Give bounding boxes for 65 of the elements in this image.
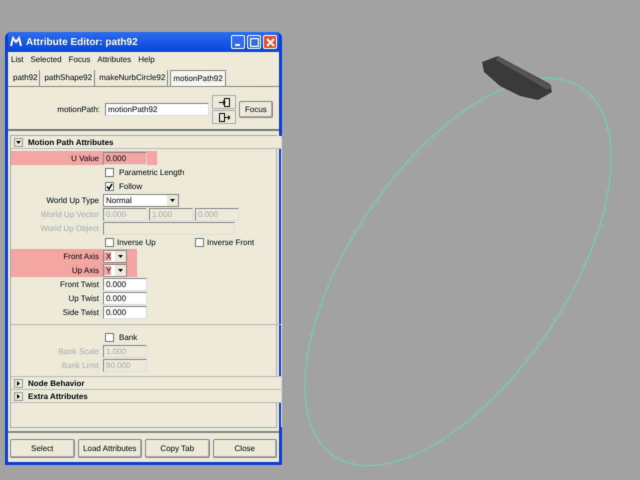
input-connection-button[interactable] [212,95,236,109]
arrow-out-of-box-icon [218,112,230,122]
number-field[interactable]: 0.000 [103,292,147,304]
number-field[interactable]: 0.000 [103,306,147,318]
checkbox[interactable] [195,238,204,246]
node-name-field[interactable]: motionPath92 [105,103,209,116]
section-header[interactable]: Motion Path Attributes [11,136,281,149]
checkbox[interactable] [105,238,114,246]
app-icon [10,36,22,48]
menu-item[interactable]: Attributes [97,54,132,64]
attribute-label: Front Axis [62,252,100,260]
attribute-label: Bank Scale [58,346,100,356]
scroll-bar[interactable] [281,136,282,427]
action-button[interactable]: Copy Tab [145,439,210,458]
field-label: motionPath: [56,105,101,114]
menu-item[interactable]: Selected [30,54,62,64]
checkbox-label: Parametric Length [119,168,184,176]
checkbox-label: Inverse Up [117,238,156,246]
attribute-label: Side Twist [62,308,100,316]
expand-toggle-icon [14,392,23,400]
maximize-button[interactable] [247,35,261,49]
node-tab[interactable]: makeNurbCircle92 [97,70,168,86]
close-icon [266,38,274,46]
dropdown[interactable]: Normal [103,194,179,206]
window-title: Attribute Editor: path92 [26,36,139,48]
attribute-label: World Up Object [39,224,100,232]
checkbox-label: Bank [119,332,138,342]
action-button[interactable]: Load Attributes [78,439,142,458]
attribute-label: Front Twist [59,280,100,288]
checkbox-label: Inverse Front [207,238,254,246]
node-tab[interactable]: motionPath92 [170,70,226,86]
focus-button[interactable]: Focus [239,101,273,118]
expand-toggle-icon [14,138,23,146]
number-field[interactable]: 0.000 [103,278,147,290]
expand-toggle-icon [14,378,23,388]
attribute-label: U Value [70,154,100,162]
attribute-label: World Up Type [45,196,100,204]
output-connection-button[interactable] [212,110,236,124]
checkbox[interactable] [105,168,114,176]
checkbox-label: Follow [119,182,142,190]
attribute-label: Up Axis [70,266,100,274]
dropdown[interactable]: X [103,250,127,262]
object-model-drawing [482,56,552,100]
dropdown[interactable]: Y [103,264,127,276]
attribute-label: Up Twist [67,294,100,302]
checkmark-icon [106,182,113,190]
close-button[interactable] [263,35,277,49]
maximize-icon [250,38,258,46]
section-header[interactable]: Node Behavior [11,377,281,390]
action-button[interactable]: Close [212,439,277,458]
checkbox[interactable] [105,332,114,342]
node-tab[interactable]: pathShape92 [42,70,96,86]
checkbox[interactable] [105,182,114,190]
attribute-label: Bank Limit [60,360,100,370]
menu-item[interactable]: Focus [68,54,90,64]
number-field[interactable]: 0.000 [103,152,147,164]
menu-item[interactable]: Help [138,54,155,64]
action-button[interactable]: Select [10,439,74,458]
node-tab[interactable]: path92 [11,70,40,86]
text-field[interactable] [103,222,235,234]
menu-item[interactable]: List [11,54,24,64]
attribute-label: World Up Vector [40,210,100,218]
section-header[interactable]: Extra Attributes [11,390,281,403]
minimize-button[interactable] [231,35,245,49]
arrow-into-box-icon [218,98,230,106]
